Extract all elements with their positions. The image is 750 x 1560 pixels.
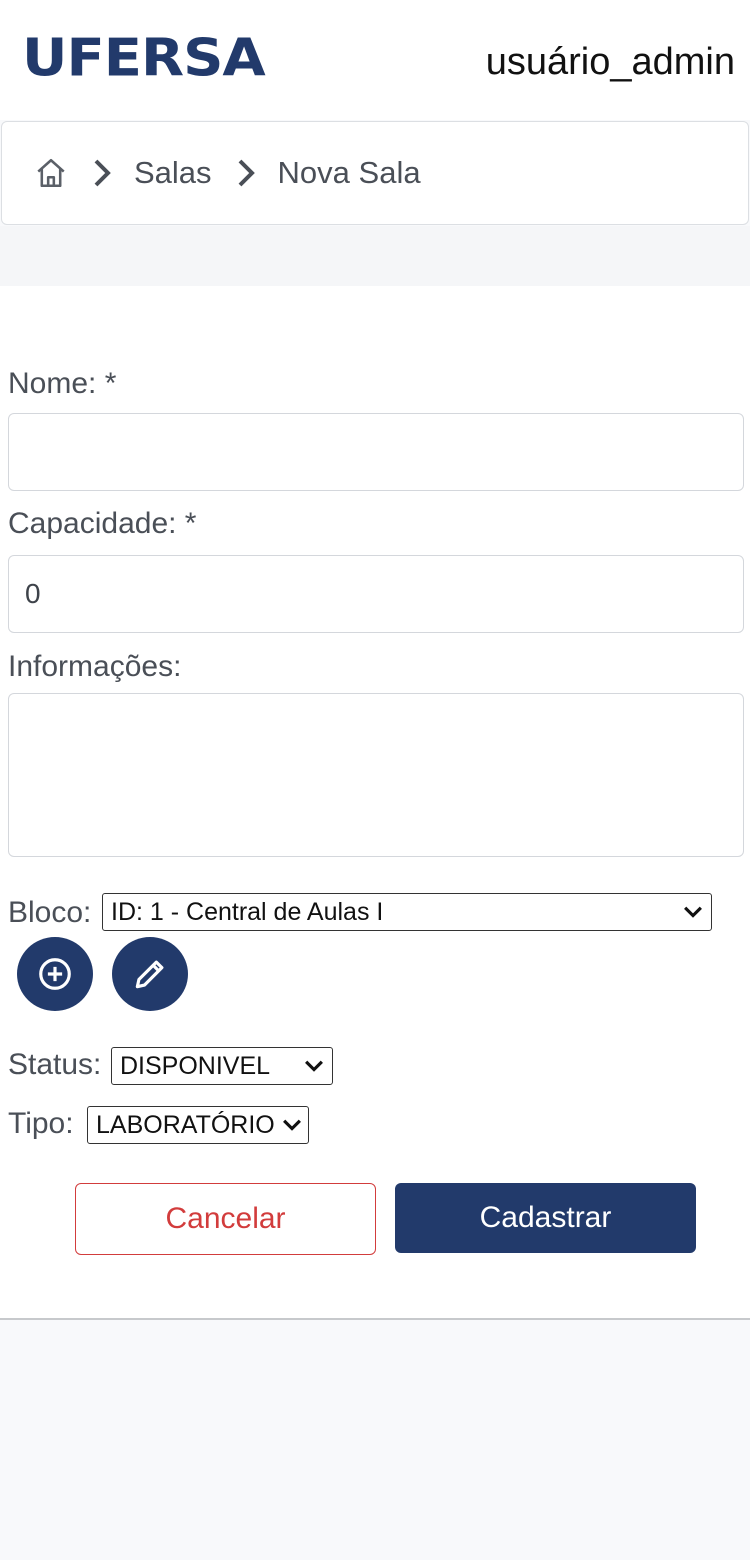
chevron-down-icon xyxy=(283,1119,301,1131)
home-icon[interactable] xyxy=(34,156,68,190)
status-select[interactable]: DISPONIVEL xyxy=(111,1047,333,1085)
status-label: Status: xyxy=(8,1048,102,1081)
submit-button[interactable]: Cadastrar xyxy=(395,1183,696,1253)
chevron-right-icon xyxy=(238,159,255,187)
plus-circle-icon xyxy=(39,958,71,990)
nome-label: Nome: * xyxy=(8,367,117,400)
username-label[interactable]: usuário_admin xyxy=(486,40,735,84)
status-selected-value: DISPONIVEL xyxy=(120,1051,271,1080)
informacoes-textarea[interactable] xyxy=(8,693,744,857)
add-bloco-button[interactable] xyxy=(17,937,93,1011)
breadcrumb-item-nova-sala: Nova Sala xyxy=(277,155,421,190)
bloco-select[interactable]: ID: 1 - Central de Aulas I xyxy=(102,893,712,931)
tipo-selected-value: LABORATÓRIO xyxy=(96,1110,275,1139)
app-header: UFERSA usuário_admin xyxy=(0,0,750,120)
breadcrumb-item-salas[interactable]: Salas xyxy=(134,153,212,193)
bloco-label: Bloco: xyxy=(8,896,92,929)
breadcrumb: Salas Nova Sala xyxy=(1,121,749,225)
nome-input[interactable] xyxy=(8,413,744,491)
capacidade-input[interactable]: 0 xyxy=(8,555,744,633)
informacoes-label: Informações: xyxy=(8,650,182,683)
capacidade-label: Capacidade: * xyxy=(8,507,197,540)
ufersa-logo[interactable]: UFERSA xyxy=(22,33,266,85)
section-spacer xyxy=(0,226,750,286)
tipo-select[interactable]: LABORATÓRIO xyxy=(87,1106,309,1144)
tipo-label: Tipo: xyxy=(8,1107,74,1140)
bloco-selected-value: ID: 1 - Central de Aulas I xyxy=(111,897,384,926)
edit-bloco-button[interactable] xyxy=(112,937,188,1011)
chevron-down-icon xyxy=(684,906,702,918)
chevron-right-icon xyxy=(94,159,111,187)
pencil-icon xyxy=(135,960,164,989)
cancel-button[interactable]: Cancelar xyxy=(75,1183,376,1255)
chevron-down-icon xyxy=(305,1060,323,1072)
